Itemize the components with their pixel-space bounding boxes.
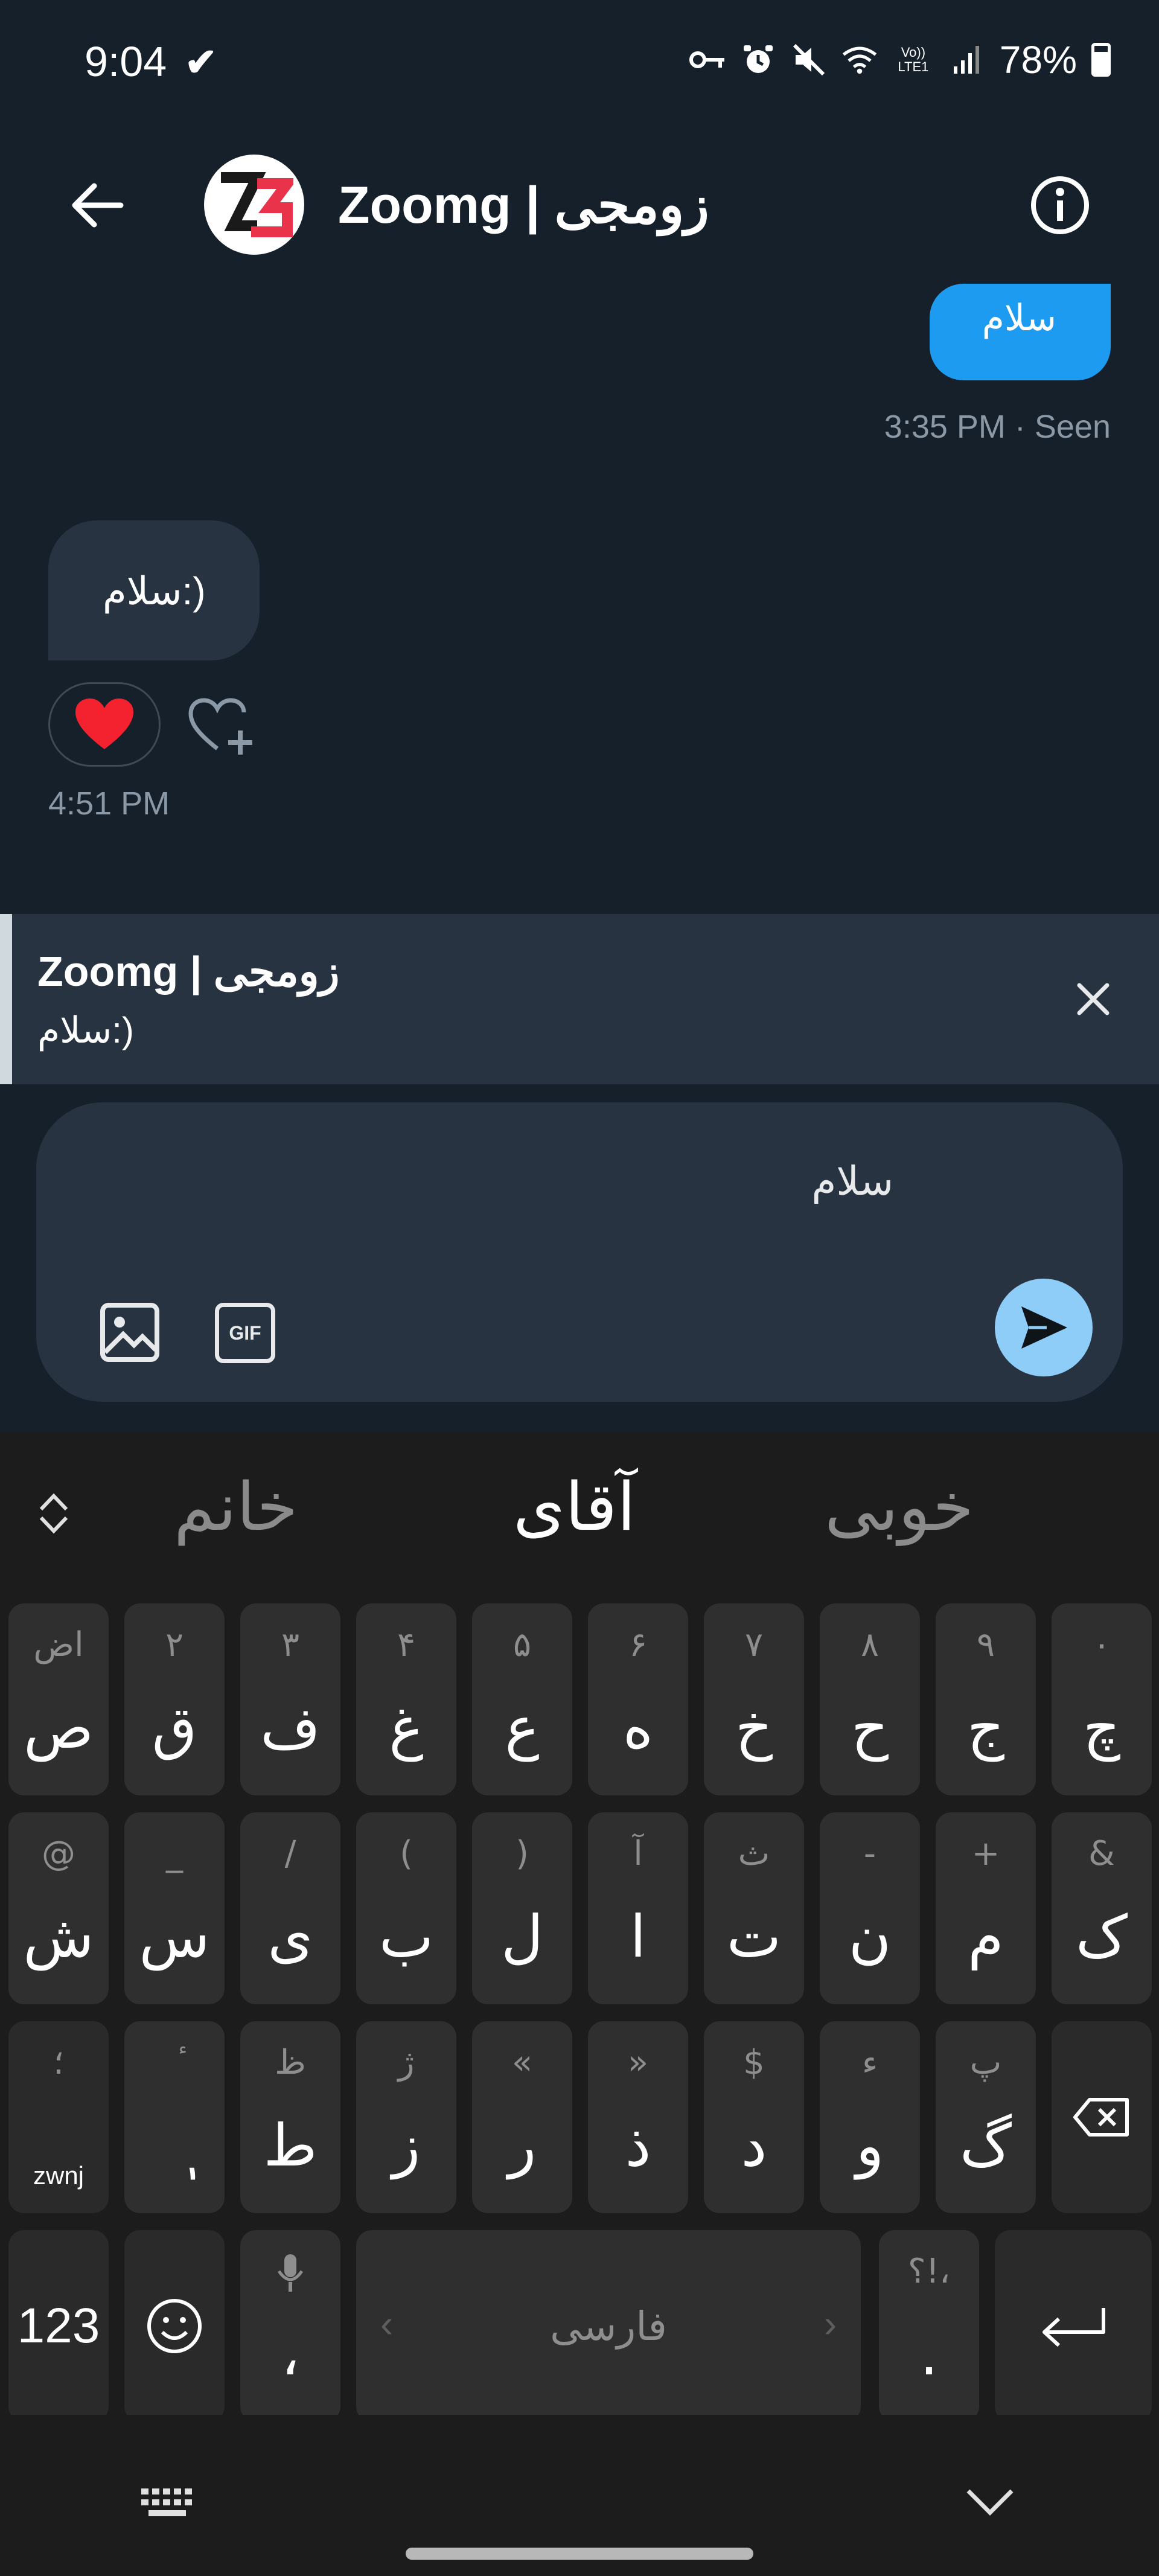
key-he[interactable]: ۶ه	[588, 1603, 688, 1795]
key-ta[interactable]: ظط	[240, 2021, 340, 2213]
check-icon: ✔	[185, 40, 217, 84]
key-dal[interactable]: $ د	[704, 2021, 804, 2213]
key-jim[interactable]: ۹ج	[936, 1603, 1036, 1795]
key-fe[interactable]: ۳ف	[240, 1603, 340, 1795]
suggestion-3[interactable]: خوبی	[825, 1468, 974, 1545]
outgoing-meta: 3:35 PM · Seen	[884, 409, 1111, 445]
suggestion-1[interactable]: خانم	[174, 1468, 298, 1545]
image-button[interactable]	[97, 1299, 163, 1366]
comma-key[interactable]: ،	[240, 2230, 340, 2422]
key-mim[interactable]: + م	[936, 1812, 1036, 2004]
key-vav[interactable]: ءو	[820, 2021, 920, 2213]
status-time: 9:04	[85, 38, 167, 85]
keyboard-icon	[141, 2488, 192, 2516]
incoming-message[interactable]: سلام:)	[48, 520, 260, 660]
key-ze[interactable]: ژز	[356, 2021, 456, 2213]
suggestion-bar: خانم آقای خوبی	[0, 1432, 1159, 1589]
home-indicator[interactable]	[406, 2548, 753, 2560]
close-icon	[1077, 983, 1110, 1015]
suggestion-2[interactable]: آقای	[513, 1468, 636, 1545]
reply-name: Zoomg | زومجی	[37, 948, 340, 995]
key-be[interactable]: (ب	[356, 1812, 456, 2004]
message-composer: GIF	[36, 1102, 1123, 1402]
heart-icon	[75, 698, 133, 749]
status-icons: Vo)) LTE1 78%	[689, 37, 1111, 82]
key-nun[interactable]: -ن	[820, 1812, 920, 2004]
reply-preview: Zoomg | زومجی سلام:)	[0, 914, 1159, 1084]
key-ein[interactable]: ۵ع	[472, 1603, 572, 1795]
numbers-key[interactable]: 123	[8, 2230, 109, 2422]
alarm-icon	[740, 42, 776, 78]
key-che[interactable]: ۰چ	[1052, 1603, 1152, 1795]
incoming-message-text: سلام:)	[103, 569, 206, 613]
chevron-right-icon: ›	[823, 2302, 837, 2345]
outgoing-message-text: سلام	[982, 298, 1056, 338]
network-label: Vo)) LTE1	[898, 45, 929, 74]
backspace-key[interactable]	[1052, 2021, 1152, 2213]
key-hhe[interactable]: ۸ح	[820, 1603, 920, 1795]
signal-icon	[949, 42, 985, 78]
key-shin[interactable]: @ ش	[8, 1812, 109, 2004]
key-sad[interactable]: اض ص	[8, 1603, 109, 1795]
gif-button[interactable]: GIF	[215, 1303, 275, 1363]
back-button[interactable]	[60, 169, 133, 241]
backspace-icon	[1073, 2098, 1129, 2137]
key-kaf[interactable]: & ک	[1052, 1812, 1152, 2004]
avatar[interactable]	[204, 155, 304, 255]
microphone-icon	[277, 2254, 304, 2292]
battery-percent: 78%	[999, 38, 1077, 81]
smile-icon	[147, 2299, 202, 2353]
chat-title[interactable]: Zoomg | زومجی	[338, 175, 709, 235]
close-reply-button[interactable]	[1060, 966, 1126, 1032]
enter-icon	[1042, 2308, 1105, 2347]
info-button[interactable]	[1027, 173, 1093, 238]
key-re[interactable]: «ر	[472, 2021, 572, 2213]
keyboard-switch-button[interactable]	[139, 2485, 199, 2521]
heart-plus-icon	[188, 698, 252, 755]
hide-keyboard-button[interactable]	[960, 2481, 1020, 2523]
emoji-key[interactable]	[124, 2230, 225, 2422]
key-diacritic[interactable]: ٖٔ	[124, 2021, 225, 2213]
expand-icon[interactable]	[33, 1486, 75, 1541]
key-sin[interactable]: _ س	[124, 1812, 225, 2004]
image-icon	[100, 1303, 159, 1362]
key-gaf[interactable]: پگ	[936, 2021, 1036, 2213]
outgoing-message[interactable]: سلام	[930, 284, 1111, 380]
incoming-meta: 4:51 PM	[48, 785, 170, 822]
chat-header: Zoomg | زومجی	[0, 133, 1159, 278]
key-ye[interactable]: / ی	[240, 1812, 340, 2004]
key-lam[interactable]: ) ل	[472, 1812, 572, 2004]
chevron-down-icon	[966, 2489, 1014, 2516]
period-key[interactable]: ؟!،.	[879, 2230, 979, 2422]
key-te[interactable]: ثت	[704, 1812, 804, 2004]
add-reaction-button[interactable]	[187, 694, 260, 761]
wifi-icon	[841, 42, 878, 78]
key-alef[interactable]: آا	[588, 1812, 688, 2004]
key-zal[interactable]: » ذ	[588, 2021, 688, 2213]
key-ghein[interactable]: ۴غ	[356, 1603, 456, 1795]
zoomg-logo	[221, 172, 293, 237]
key-zwnj[interactable]: ؛ zwnj	[8, 2021, 109, 2213]
send-button[interactable]	[995, 1279, 1093, 1376]
key-khe[interactable]: ۷خ	[704, 1603, 804, 1795]
enter-key[interactable]	[995, 2230, 1152, 2422]
battery-icon	[1091, 43, 1111, 77]
status-bar: 9:04 ✔ Vo)) LTE1 78%	[0, 0, 1159, 133]
key-icon	[689, 42, 726, 78]
heart-reaction[interactable]	[48, 682, 161, 767]
send-icon	[1021, 1306, 1067, 1349]
mute-icon	[791, 42, 827, 78]
reply-accent-bar	[0, 914, 12, 1084]
message-input[interactable]	[109, 1158, 893, 1204]
space-key[interactable]: ‹ فارسی ›	[356, 2230, 861, 2422]
reply-text: سلام:)	[37, 1010, 134, 1050]
key-qaf[interactable]: ۲ق	[124, 1603, 225, 1795]
